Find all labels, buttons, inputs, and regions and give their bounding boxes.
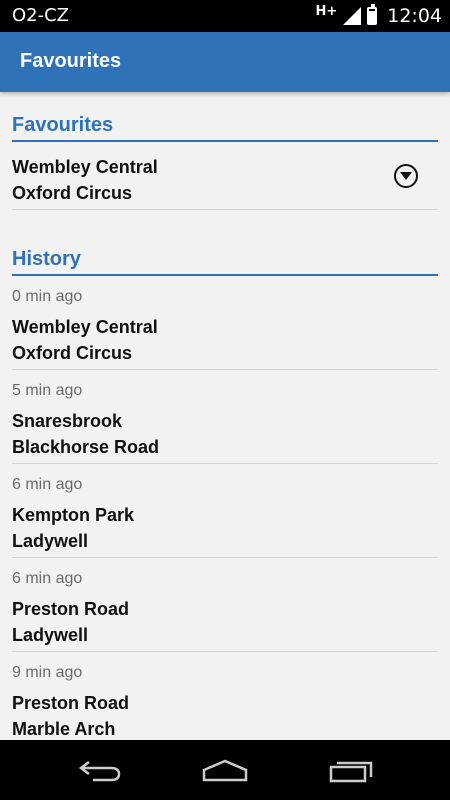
- dropdown-circle-icon[interactable]: [394, 164, 418, 188]
- page-title: Favourites: [20, 50, 122, 72]
- history-from-station: Kempton Park: [12, 505, 135, 525]
- history-time: 0 min ago: [12, 288, 83, 305]
- history-to-station: Blackhorse Road: [12, 437, 160, 457]
- action-bar: Favourites: [0, 32, 450, 92]
- network-type: H+: [315, 3, 338, 19]
- history-from-station: Preston Road: [12, 599, 130, 619]
- history-to-station: Ladywell: [12, 625, 89, 645]
- history-item[interactable]: 6 min ago Preston Road Ladywell: [12, 558, 438, 652]
- history-item[interactable]: 0 min ago Wembley Central Oxford Circus: [12, 276, 438, 370]
- battery-level-fill: [369, 11, 376, 23]
- signal-icon: [343, 7, 362, 25]
- history-to-station: Ladywell: [12, 531, 89, 551]
- battery-icon: [367, 4, 378, 25]
- status-icons: H+ 12:04: [315, 4, 442, 28]
- clock: 12:04: [387, 5, 442, 27]
- recent-apps-icon[interactable]: [326, 756, 376, 784]
- carrier-name: O2-CZ: [12, 5, 70, 26]
- history-time: 6 min ago: [12, 476, 83, 493]
- navigation-bar: [0, 740, 450, 800]
- history-to-station: Marble Arch: [12, 719, 116, 739]
- history-item[interactable]: 5 min ago Snaresbrook Blackhorse Road: [12, 370, 438, 464]
- favourite-to-station: Oxford Circus: [12, 183, 133, 203]
- history-time: 6 min ago: [12, 570, 83, 587]
- main-content: Favourites Wembley Central Oxford Circus…: [12, 92, 438, 746]
- history-from-station: Preston Road: [12, 693, 130, 713]
- history-from-station: Snaresbrook: [12, 411, 123, 431]
- status-bar: O2-CZ H+ 12:04: [0, 0, 450, 32]
- back-icon[interactable]: [75, 756, 125, 784]
- favourite-from-station: Wembley Central: [12, 157, 158, 177]
- history-header: History: [12, 226, 438, 276]
- home-icon[interactable]: [200, 756, 250, 784]
- history-to-station: Oxford Circus: [12, 343, 133, 363]
- favourites-header: Favourites: [12, 92, 438, 142]
- history-item[interactable]: 6 min ago Kempton Park Ladywell: [12, 464, 438, 558]
- history-item[interactable]: 9 min ago Preston Road Marble Arch: [12, 652, 438, 746]
- history-from-station: Wembley Central: [12, 317, 158, 337]
- favourite-item[interactable]: Wembley Central Oxford Circus: [12, 142, 438, 210]
- history-time: 9 min ago: [12, 664, 83, 681]
- history-time: 5 min ago: [12, 382, 83, 399]
